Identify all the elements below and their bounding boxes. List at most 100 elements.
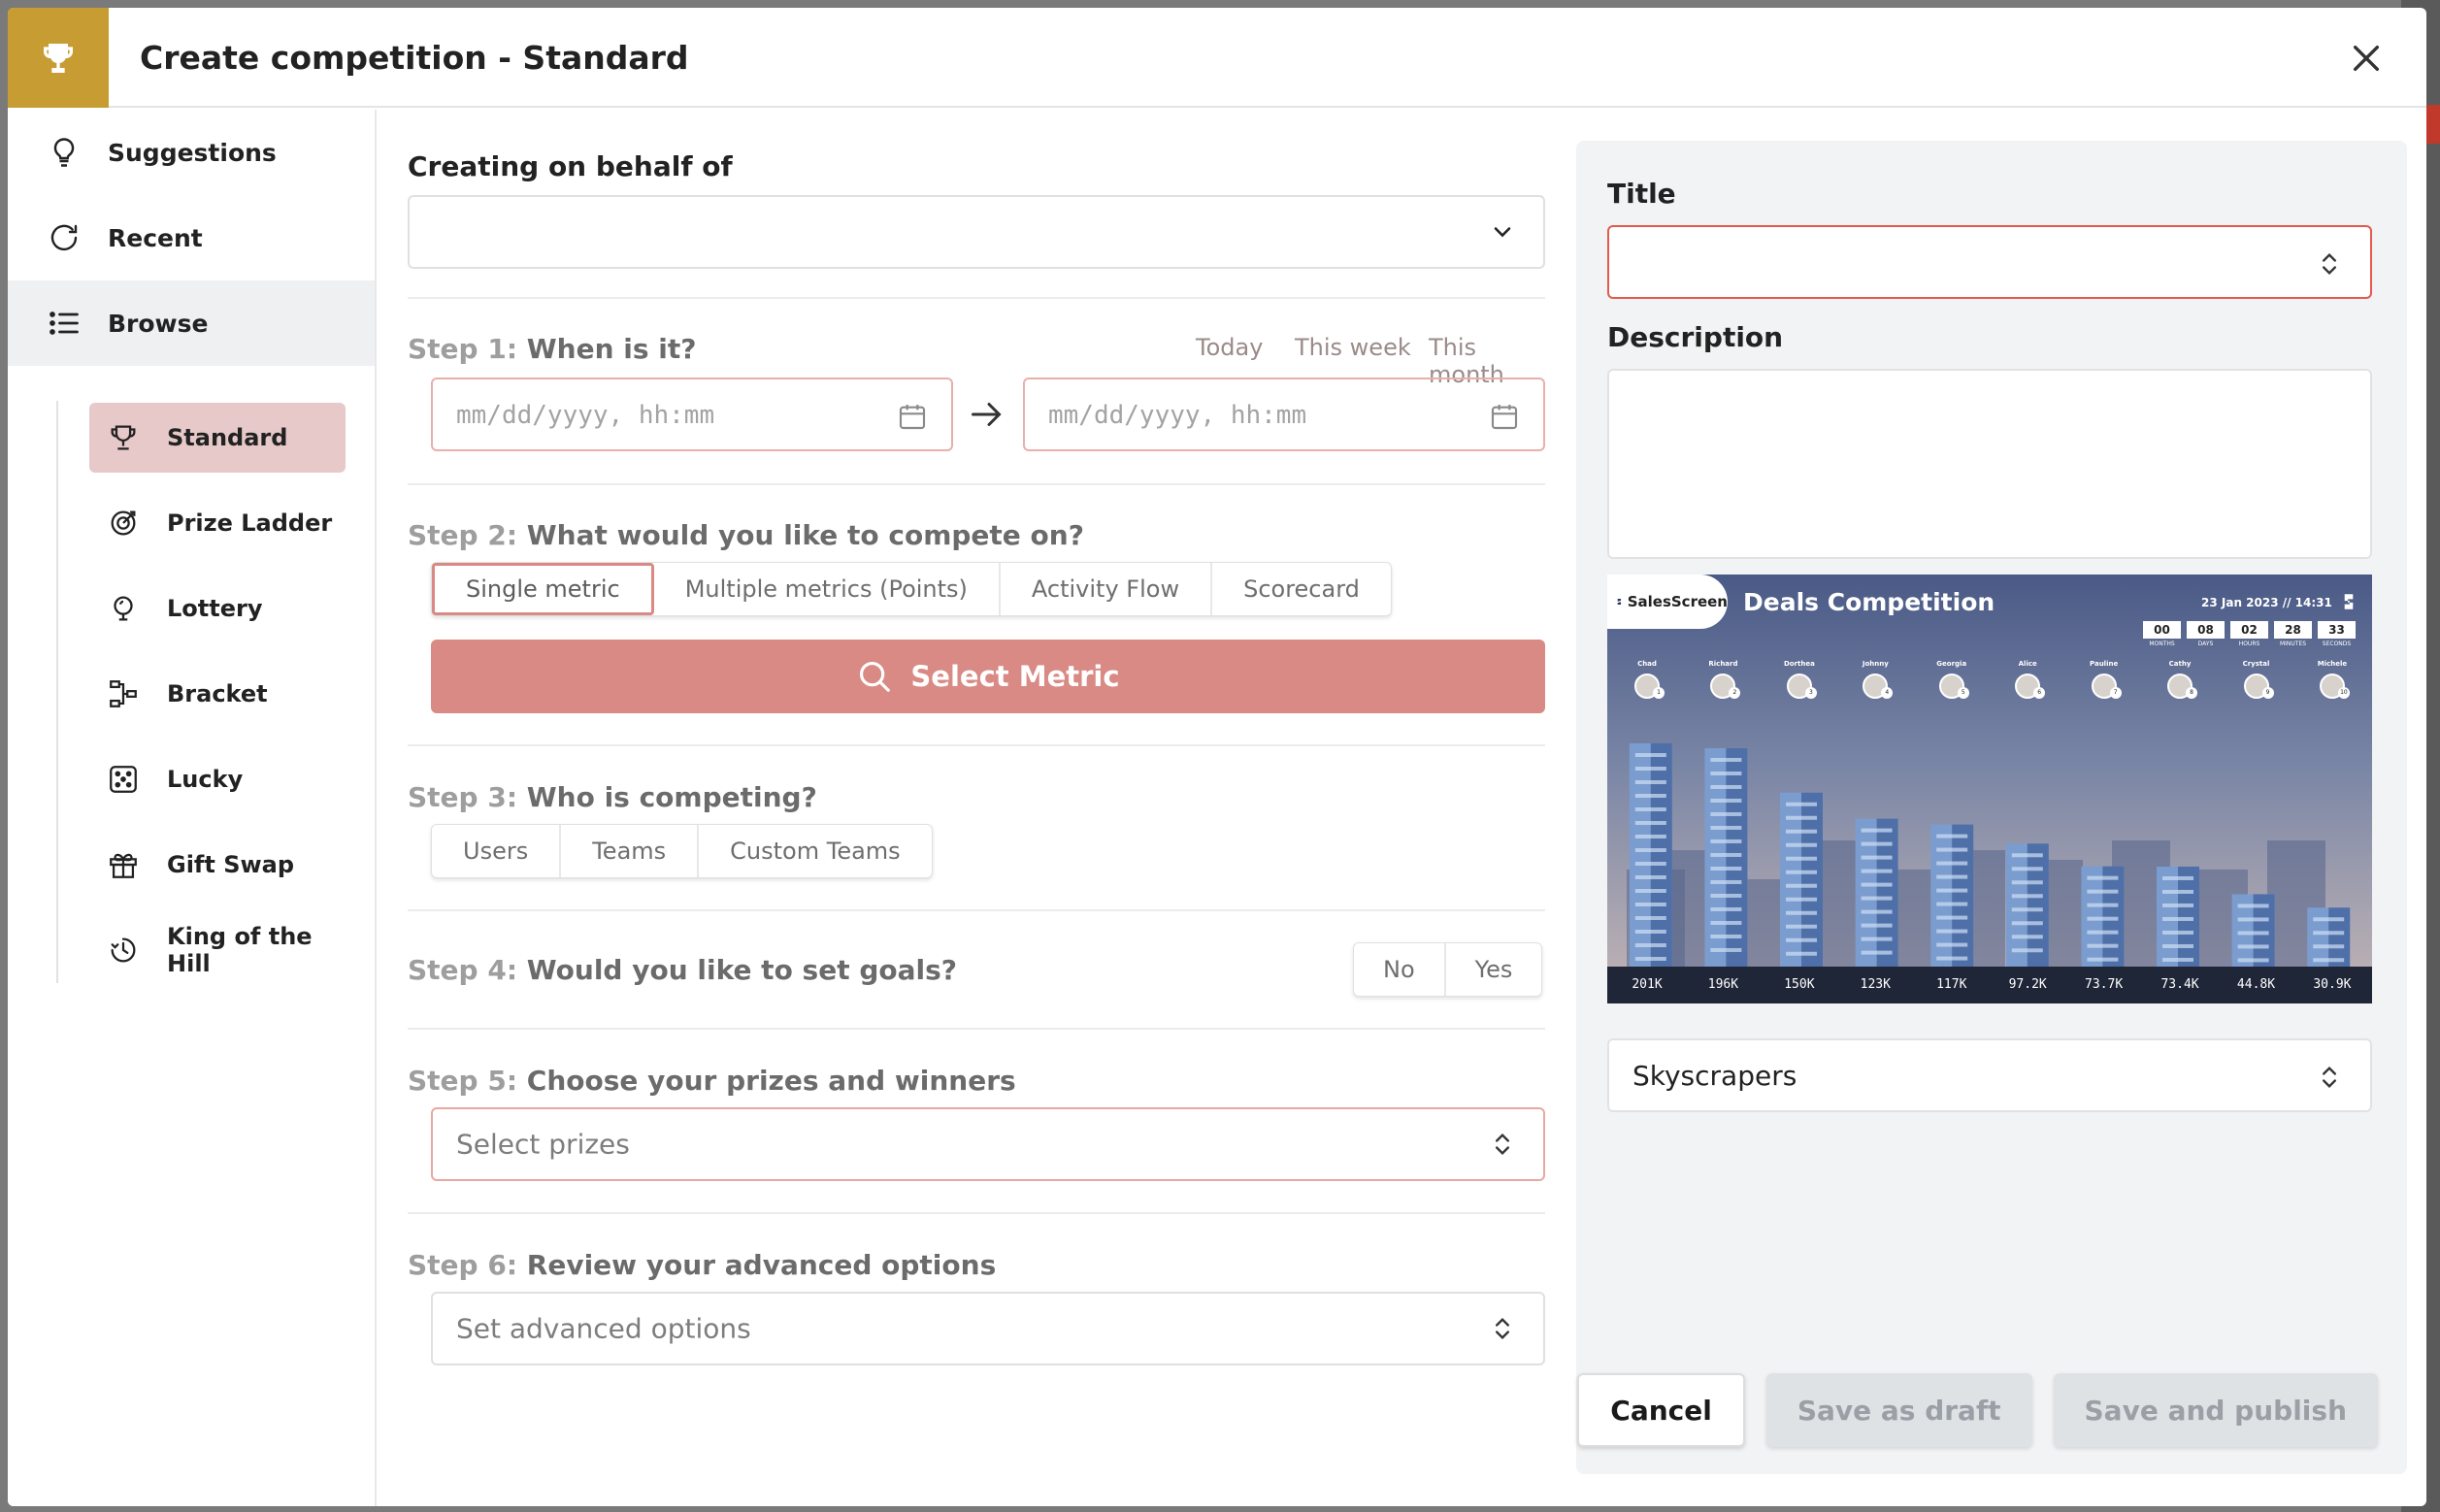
option-no[interactable]: No [1354,943,1446,996]
behalf-select[interactable] [408,195,1545,269]
skyscraper-window [1634,889,1666,893]
player-column: Georgia 5 [1918,660,1986,699]
start-date-input[interactable]: mm/dd/yyyy, hh:mm [431,378,953,451]
calendar-icon[interactable] [1489,401,1520,432]
player-name: Cathy [2168,660,2192,668]
behalf-label: Creating on behalf of [408,150,733,182]
sidebar-subitem-standard[interactable]: Standard [89,403,346,473]
skyscraper-window [1634,767,1666,771]
skyscraper-window [1710,947,1742,952]
skyscraper-window [1634,780,1666,784]
preview-date: 23 Jan 2023 // 14:31 [2201,596,2332,609]
skyscraper-shade [2027,843,2049,967]
skyscraper-window [2162,916,2193,921]
skyscraper-window [1634,943,1666,947]
trophy-icon [44,43,73,73]
skyscraper-window [1936,902,1968,906]
option-single-metric[interactable]: Single metric [432,563,654,615]
skyscraper-window [1634,807,1666,811]
skyscraper-window [2087,889,2119,894]
title-select[interactable] [1607,225,2372,299]
skyscraper-window [2087,916,2119,921]
list-icon [49,312,79,335]
advanced-options-select[interactable]: Set advanced options [431,1292,1545,1365]
player-rank: 4 [1881,687,1894,699]
option-multiple-metrics[interactable]: Multiple metrics (Points) [654,563,1001,615]
skyscraper-window [1936,915,1968,920]
skyscraper-window [1786,937,1817,942]
save-draft-button[interactable]: Save as draft [1765,1373,2032,1447]
sidebar-subitem-lottery[interactable]: Lottery [89,574,346,643]
save-publish-button[interactable]: Save and publish [2053,1373,2378,1447]
sidebar-subitem-lucky[interactable]: Lucky [89,744,346,814]
quick-today[interactable]: Today [1196,334,1263,361]
sidebar-subitem-gift-swap[interactable]: Gift Swap [89,830,346,900]
skyscraper-window [1936,929,1968,934]
skyscraper-window [1936,861,1968,866]
skyscraper-window [1634,957,1666,961]
player-rank: 6 [2033,687,2046,699]
action-buttons: Cancel Save as draft Save and publish [1577,1373,2378,1447]
date-placeholder: mm/dd/yyyy, hh:mm [1048,401,1307,430]
select-metric-button[interactable]: Select Metric [431,640,1545,713]
option-yes[interactable]: Yes [1446,943,1542,996]
option-scorecard[interactable]: Scorecard [1212,563,1391,615]
chevron-updown-icon [2323,1067,2336,1088]
cancel-button[interactable]: Cancel [1577,1373,1745,1447]
skyscraper-window [2087,957,2119,962]
end-date-input[interactable]: mm/dd/yyyy, hh:mm [1023,378,1545,451]
skyscraper-window [2237,944,2269,949]
sidebar-subitem-label: Gift Swap [167,851,295,878]
player-name: Alice [2018,660,2037,668]
option-users[interactable]: Users [432,825,562,877]
skyscraper-window [2011,894,2043,899]
sidebar-subitem-prize-ladder[interactable]: Prize Ladder [89,488,346,558]
skyscraper-window [2011,880,2043,885]
lightbulb-icon [53,138,75,167]
skyscraper-window [1861,882,1893,887]
sidebar-item-suggestions[interactable]: Suggestions [8,110,375,195]
value-row: 201K 196K 150K 123K 117K 97.2K 73.7K 73.4K 44.8K… [1613,967,2366,1003]
countdown-unit: MONTHS [2149,641,2175,647]
prizes-select[interactable]: Select prizes [431,1107,1545,1181]
player-value: 201K [1632,977,1663,992]
preview-panel: Title Description SalesScreen Deals Comp… [1576,141,2407,1474]
skyscraper-window [2162,943,2193,948]
countdown-unit: MINUTES [2279,641,2307,647]
calendar-icon[interactable] [897,401,928,432]
option-custom-teams[interactable]: Custom Teams [699,825,932,877]
skyscraper-window [2087,930,2119,935]
sidebar-subitem-king-of-the-hill[interactable]: King of the Hill [89,915,346,985]
player-name: Richard [1708,660,1738,668]
skyscraper-window [2087,943,2119,948]
skyscraper-window [2313,917,2345,922]
player-column: Michele 10 [2298,660,2366,699]
skyscraper-window [1710,771,1742,775]
player-avatar: 3 [1786,674,1817,699]
sidebar-item-recent[interactable]: Recent [8,195,375,280]
description-textarea[interactable] [1607,369,2372,559]
option-teams[interactable]: Teams [561,825,700,877]
sidebar-subitem-label: Bracket [167,680,268,707]
theme-select[interactable]: Skyscrapers [1607,1038,2372,1112]
preview-title: Deals Competition [1743,588,1995,616]
close-button[interactable] [2345,37,2388,80]
sidebar-item-label: Browse [108,309,209,338]
search-icon [860,661,891,692]
lottery-icon [114,596,133,621]
step-number: Step 3: [408,781,518,813]
countdown: 00 MONTHS 08 DAYS 02 HOURS 28 MINUTES 33 SECONDS [2143,621,2356,647]
option-activity-flow[interactable]: Activity Flow [1001,563,1213,615]
divider [408,1028,1545,1030]
skyscraper-window [1634,916,1666,920]
sidebar-subitem-bracket[interactable]: Bracket [89,659,346,729]
skyscraper-window [2162,889,2193,894]
sidebar-item-browse[interactable]: Browse [8,280,375,366]
arrow-right-icon [972,403,1002,426]
player-name: Michele [2317,660,2348,668]
theme-preview-image: SalesScreen Deals Competition 23 Jan 202… [1607,575,2372,1003]
player-column: Cathy 8 [2146,660,2214,699]
skyscraper-window [2237,917,2269,922]
quick-this-week[interactable]: This week [1295,334,1411,361]
step1-heading: Step 1: When is it? [408,333,697,365]
